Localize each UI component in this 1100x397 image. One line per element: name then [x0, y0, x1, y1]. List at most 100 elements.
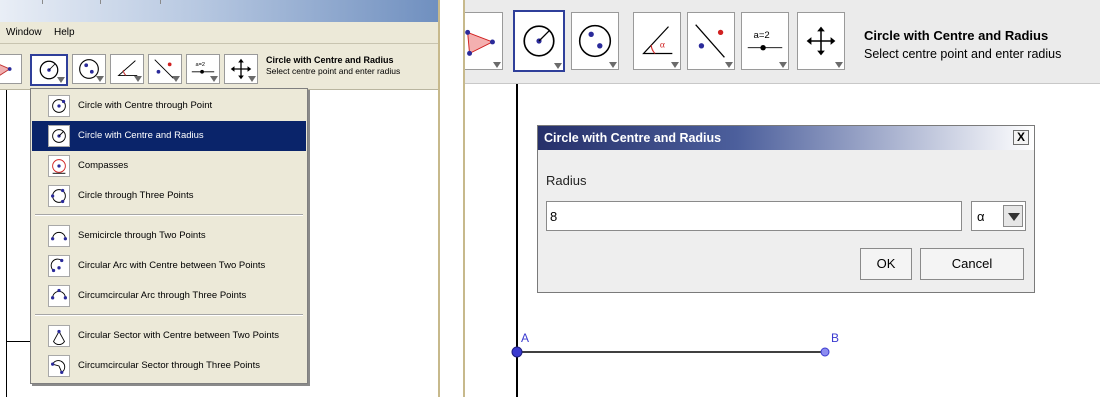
reflect-tool-button[interactable]: [687, 12, 735, 70]
radius-dialog: Circle with Centre and Radius X Radius 8…: [537, 125, 1035, 293]
tool-hint: Select centre point and enter radius: [266, 66, 401, 76]
circular-sector-icon: [48, 325, 70, 347]
conic-tool-button[interactable]: [571, 12, 619, 70]
title-tick: [100, 0, 101, 4]
tool-corner-icon: [134, 76, 142, 82]
menu-item-label: Circumcircular Sector through Three Poin…: [78, 360, 260, 371]
window-title-bar: [0, 0, 438, 22]
circle-radius-tool-button[interactable]: [30, 54, 68, 86]
tool-corner-icon: [493, 62, 501, 68]
chevron-down-icon[interactable]: [1003, 205, 1023, 227]
menu-item-label: Circle with Centre through Point: [78, 100, 213, 111]
angle-tool-button[interactable]: [110, 54, 144, 84]
segment-ab: [511, 346, 830, 358]
title-tick: [42, 0, 43, 4]
menu-item-label: Semicircle through Two Points: [78, 230, 206, 241]
circumcircular-arc-icon: [48, 285, 70, 307]
left-panel: Window Help a=2 Circle with Centre and R…: [0, 0, 440, 397]
point-a-marker: [511, 346, 523, 358]
polygon-tool-button[interactable]: [465, 12, 503, 70]
radius-label: Radius: [546, 173, 587, 188]
menu-item-circumcircular-sector[interactable]: Circumcircular Sector through Three Poin…: [32, 351, 306, 381]
circle-center-point-icon: [48, 95, 70, 117]
menu-item-circumcircular-arc[interactable]: Circumcircular Arc through Three Points: [32, 281, 306, 311]
slider-tool-button[interactable]: a=2: [186, 54, 220, 84]
menu-item-semicircle[interactable]: Semicircle through Two Points: [32, 221, 306, 251]
polygon-icon: [0, 64, 12, 76]
slider-icon: a=2: [747, 30, 783, 51]
circle-tools-dropdown: Circle with Centre through Point Circle …: [30, 88, 308, 384]
menu-item-circle-three-points[interactable]: Circle through Three Points: [32, 181, 306, 211]
close-icon[interactable]: X: [1013, 130, 1029, 145]
menu-item-compasses[interactable]: Compasses: [32, 151, 306, 181]
menu-help[interactable]: Help: [54, 27, 75, 38]
ok-button[interactable]: OK: [860, 248, 912, 280]
circular-arc-icon: [48, 255, 70, 277]
menu-item-circle-center-radius[interactable]: Circle with Centre and Radius: [32, 121, 306, 151]
radius-input[interactable]: 8: [546, 201, 962, 231]
svg-text:α: α: [660, 40, 665, 51]
tool-title: Circle with Centre and Radius: [864, 28, 1049, 43]
right-panel: α a=2 Circle with Centre and Radius Sele…: [463, 0, 1100, 397]
x-axis-line: [6, 341, 32, 342]
tool-corner-icon: [779, 62, 787, 68]
dialog-title: Circle with Centre and Radius: [544, 131, 722, 145]
menu-bar: Window Help: [0, 22, 438, 44]
tool-corner-icon: [609, 62, 617, 68]
tool-corner-icon: [554, 63, 562, 69]
conic-icon: [578, 24, 612, 58]
polygon-tool-button[interactable]: [0, 54, 22, 84]
polygon-icon: [465, 29, 495, 56]
point-b-label: B: [831, 331, 840, 345]
tool-title: Circle with Centre and Radius: [266, 55, 394, 65]
tool-corner-icon: [96, 76, 104, 82]
menu-item-label: Circle with Centre and Radius: [78, 130, 204, 141]
dialog-title-bar[interactable]: Circle with Centre and Radius X: [538, 126, 1034, 150]
menu-item-circle-center-point[interactable]: Circle with Centre through Point: [32, 91, 306, 121]
radius-input-value: 8: [550, 209, 558, 224]
y-axis-line: [6, 90, 7, 397]
angle-icon: α: [642, 26, 673, 55]
menu-separator: [35, 214, 303, 216]
compasses-icon: [48, 155, 70, 177]
move-view-tool-button[interactable]: [797, 12, 845, 70]
point-b-marker: [820, 347, 830, 357]
reflect-icon: [695, 24, 725, 58]
tool-corner-icon: [172, 76, 180, 82]
menu-item-circular-arc[interactable]: Circular Arc with Centre between Two Poi…: [32, 251, 306, 281]
cancel-button[interactable]: Cancel: [920, 248, 1024, 280]
angle-tool-button[interactable]: α: [633, 12, 681, 70]
symbol-select-value: α: [977, 209, 985, 224]
circumcircular-sector-icon: [48, 355, 70, 377]
menu-item-label: Circular Sector with Centre between Two …: [78, 330, 279, 341]
tool-corner-icon: [725, 62, 733, 68]
menu-item-circular-sector[interactable]: Circular Sector with Centre between Two …: [32, 321, 306, 351]
circle-center-radius-icon: [48, 125, 70, 147]
conic-tool-button[interactable]: [72, 54, 106, 84]
tool-corner-icon: [248, 76, 256, 82]
symbol-select[interactable]: α: [971, 201, 1026, 231]
tool-corner-icon: [671, 62, 679, 68]
menu-window[interactable]: Window: [6, 27, 42, 38]
tool-hint: Select centre point and enter radius: [864, 47, 1062, 61]
circle-three-points-icon: [48, 185, 70, 207]
menu-separator: [35, 314, 303, 316]
move-arrows-icon: [806, 26, 836, 56]
circle-radius-icon: [523, 25, 555, 57]
title-tick: [160, 0, 161, 4]
semicircle-icon: [48, 225, 70, 247]
slider-tool-button[interactable]: a=2: [741, 12, 789, 70]
tool-corner-icon: [57, 77, 65, 83]
point-a-label: A: [521, 331, 530, 345]
menu-item-label: Circumcircular Arc through Three Points: [78, 290, 247, 301]
menu-item-label: Circular Arc with Centre between Two Poi…: [78, 260, 266, 271]
svg-text:a=2: a=2: [754, 30, 770, 41]
circle-radius-tool-button[interactable]: [513, 10, 565, 72]
svg-text:a=2: a=2: [196, 62, 206, 68]
tool-corner-icon: [210, 76, 218, 82]
tool-corner-icon: [835, 62, 843, 68]
move-view-tool-button[interactable]: [224, 54, 258, 84]
reflect-tool-button[interactable]: [148, 54, 182, 84]
menu-item-label: Circle through Three Points: [78, 190, 194, 201]
menu-item-label: Compasses: [78, 160, 129, 171]
